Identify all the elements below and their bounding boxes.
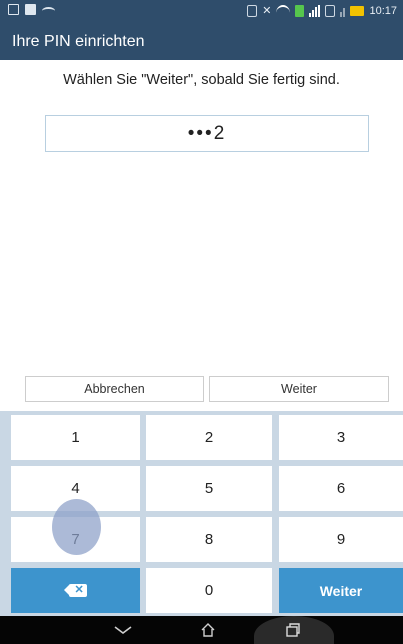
key-0[interactable]: 0	[146, 568, 272, 613]
backspace-button[interactable]: ✕	[11, 568, 140, 613]
backspace-icon: ✕	[63, 584, 88, 597]
gallery-notification-icon	[8, 4, 19, 15]
back-icon	[114, 626, 132, 634]
signal2-icon	[340, 5, 346, 17]
vibrate-icon	[247, 4, 258, 17]
key-5[interactable]: 5	[146, 466, 272, 511]
key-4[interactable]: 4	[11, 466, 140, 511]
notification-icons	[8, 4, 55, 15]
sim-icon	[295, 4, 305, 17]
instruction-text: Wählen Sie "Weiter", sobald Sie fertig s…	[63, 72, 340, 88]
back-button[interactable]	[103, 616, 143, 644]
signal-icon	[309, 4, 321, 17]
pin-value: •••2	[187, 123, 227, 144]
sim2-icon	[325, 4, 336, 17]
wifi-icon	[276, 4, 291, 17]
keypad-next-button[interactable]: Weiter	[279, 568, 403, 613]
home-icon	[201, 623, 215, 637]
clock: 10:17	[369, 4, 397, 17]
cancel-button[interactable]: Abbrechen	[25, 376, 204, 402]
key-6[interactable]: 6	[279, 466, 403, 511]
home-button[interactable]	[188, 616, 228, 644]
key-2[interactable]: 2	[146, 415, 272, 460]
key-9[interactable]: 9	[279, 517, 403, 562]
recent-apps-icon	[286, 623, 300, 637]
next-button[interactable]: Weiter	[209, 376, 389, 402]
mute-icon: ✕	[262, 5, 272, 17]
system-icons: ✕ 10:17	[247, 4, 397, 17]
cloud-notification-icon	[42, 6, 55, 15]
key-8[interactable]: 8	[146, 517, 272, 562]
battery-icon	[350, 5, 365, 16]
pin-input[interactable]: •••2	[45, 115, 369, 152]
status-bar: ✕ 10:17	[0, 0, 403, 24]
title-bar: Ihre PIN einrichten	[0, 24, 403, 60]
key-1[interactable]: 1	[11, 415, 140, 460]
page-title: Ihre PIN einrichten	[12, 33, 145, 50]
recent-apps-button[interactable]	[273, 616, 313, 644]
key-3[interactable]: 3	[279, 415, 403, 460]
screen-notification-icon	[25, 4, 36, 15]
numeric-keypad: 1 2 3 4 5 6 7 8 9 ✕ 0 Weiter	[0, 411, 403, 616]
key-7[interactable]: 7	[11, 517, 140, 562]
